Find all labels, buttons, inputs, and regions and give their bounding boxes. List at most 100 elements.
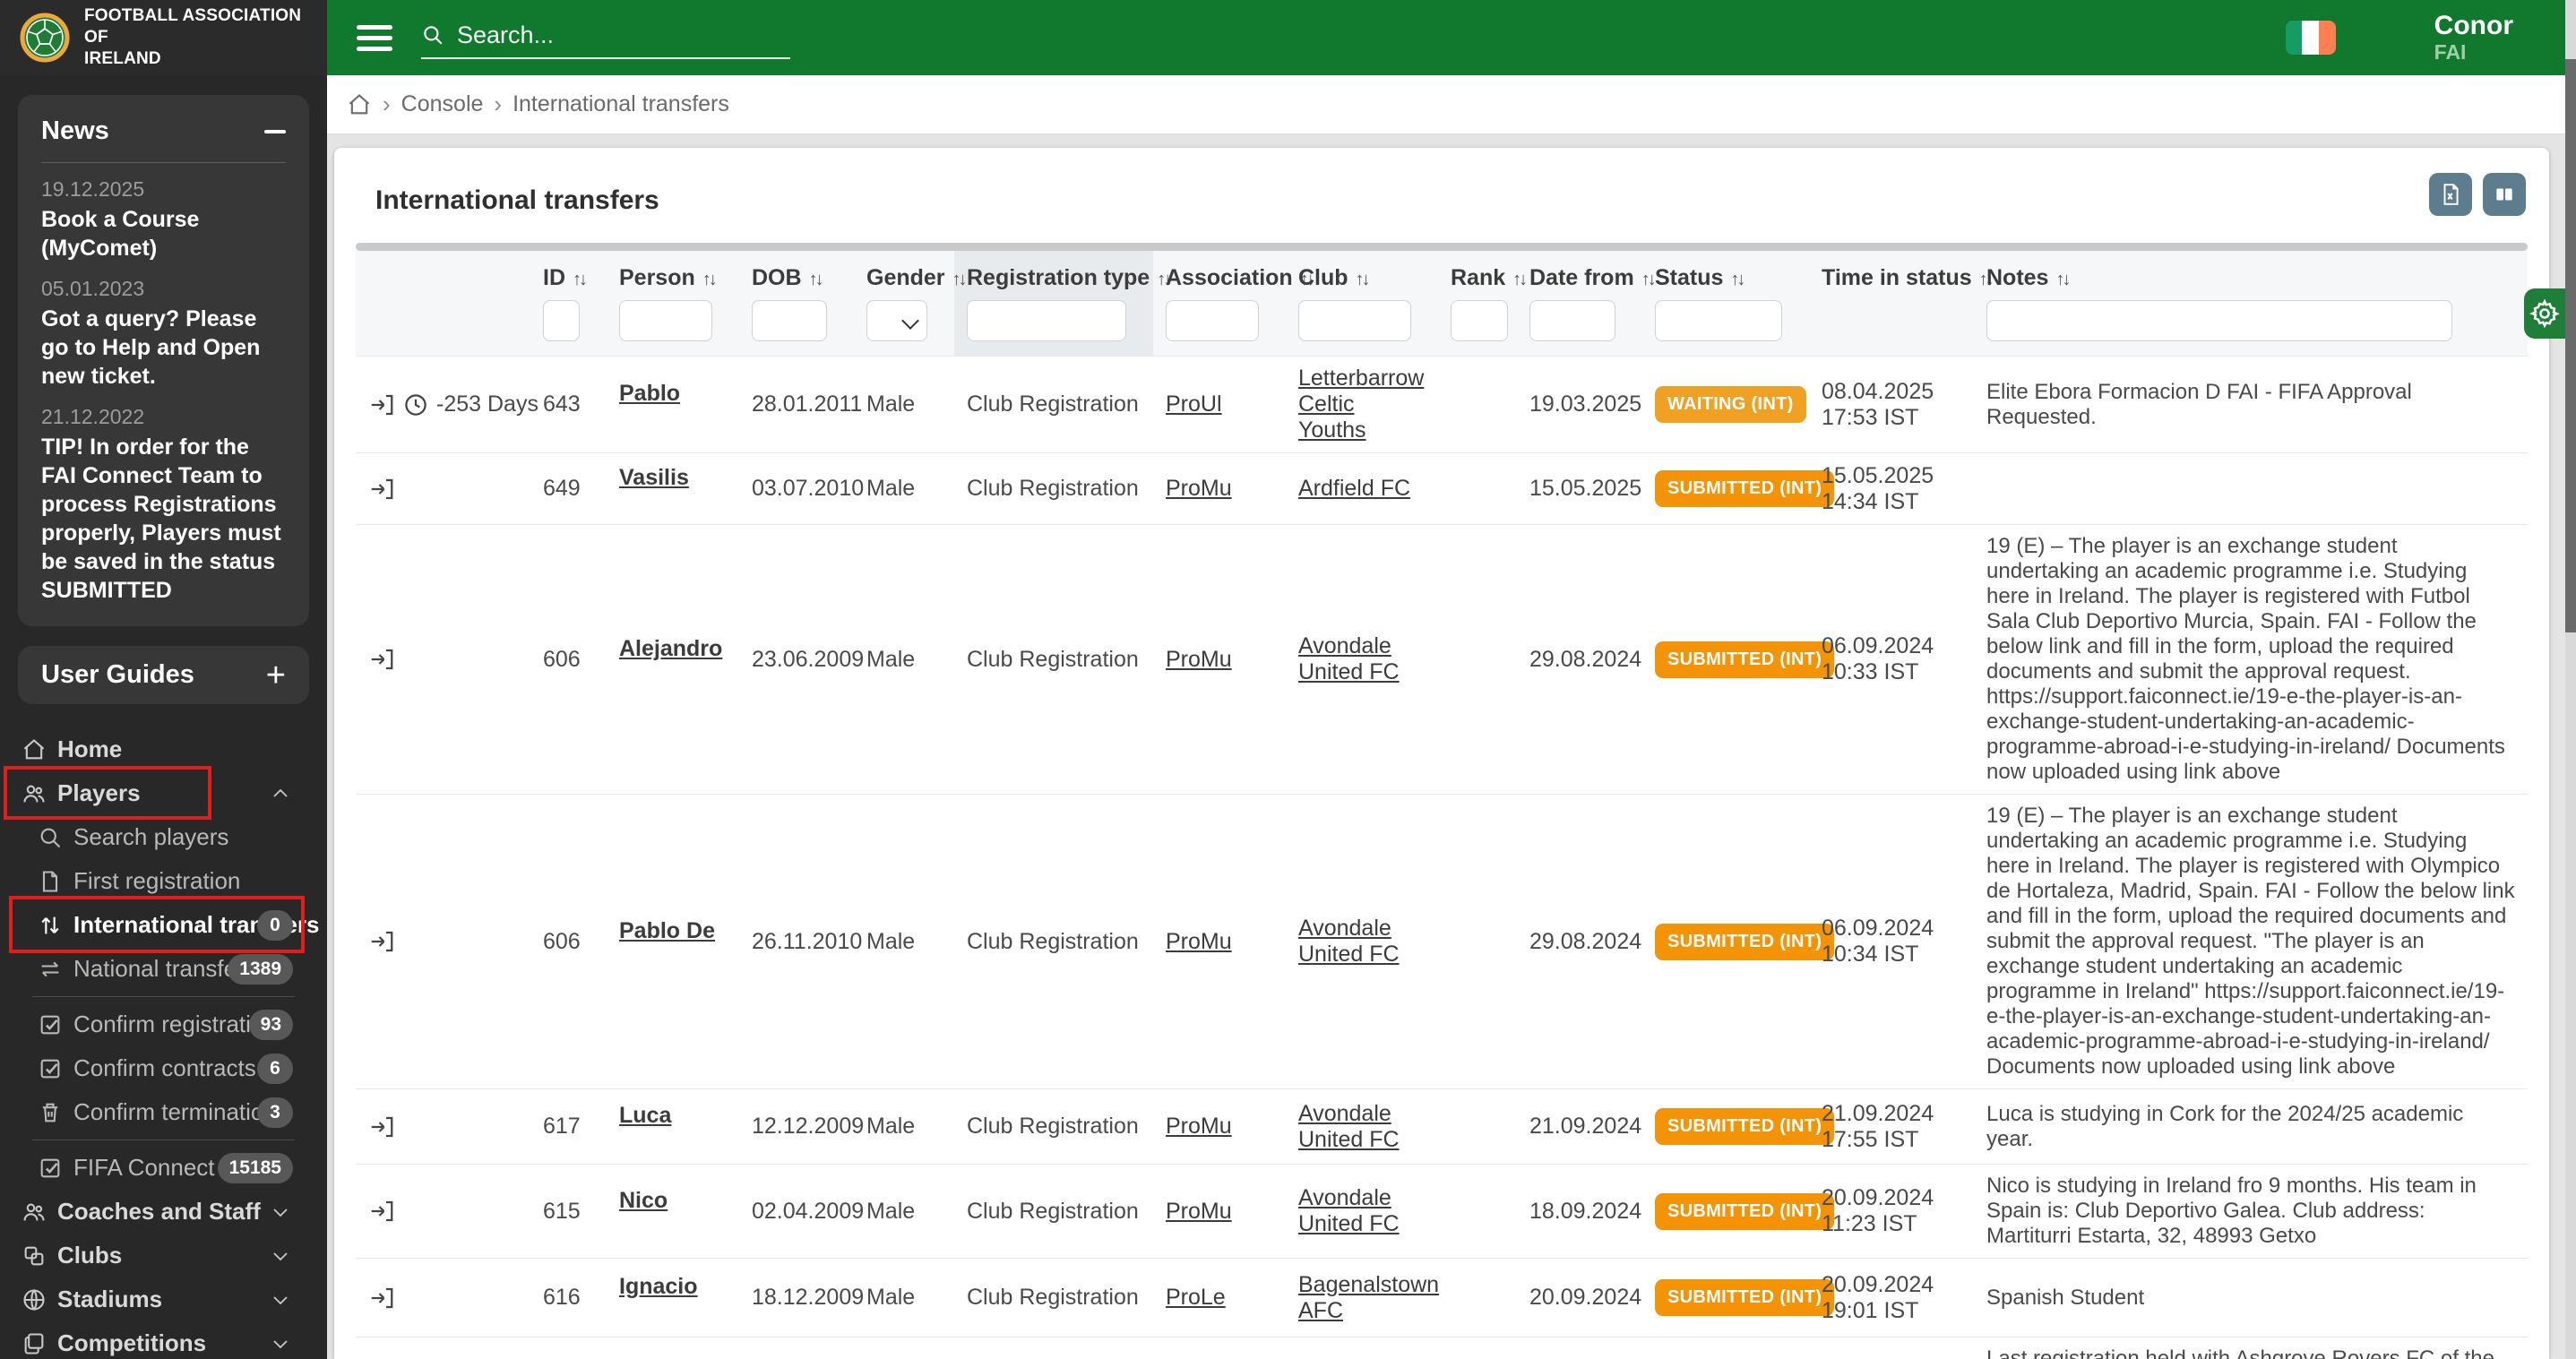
- association-link[interactable]: ProMu: [1166, 476, 1232, 501]
- sidebar-item-first-registration[interactable]: First registration: [0, 859, 327, 903]
- sidebar-item-stadiums[interactable]: Stadiums: [0, 1277, 327, 1321]
- chevron-down-icon[interactable]: [270, 1289, 291, 1311]
- open-transfer-icon[interactable]: [368, 1114, 395, 1140]
- col-header-date_from[interactable]: Date from↑↓: [1517, 251, 1642, 295]
- association-link[interactable]: ProUl: [1166, 391, 1222, 417]
- sidebar-item-search-players[interactable]: Search players: [0, 815, 327, 859]
- filter-gender-select[interactable]: [866, 300, 927, 341]
- association-link[interactable]: ProMu: [1166, 929, 1232, 954]
- sidebar-item-international-transfers[interactable]: International transfers0: [0, 903, 327, 947]
- open-transfer-icon[interactable]: [368, 928, 395, 955]
- filter-notes-input[interactable]: [1986, 300, 2452, 341]
- col-header-id[interactable]: ID↑↓: [530, 251, 607, 295]
- sort-icon[interactable]: ↑↓: [2055, 270, 2068, 289]
- sidebar-item-competitions[interactable]: Competitions: [0, 1321, 327, 1359]
- filter-rank-input[interactable]: [1451, 300, 1508, 341]
- club-link[interactable]: Avondale United FC: [1298, 633, 1400, 684]
- collapse-icon[interactable]: [264, 130, 286, 133]
- club-link[interactable]: Bagenalstown AFC: [1298, 1272, 1439, 1323]
- filter-person-input[interactable]: [619, 300, 712, 341]
- club-link[interactable]: Avondale United FC: [1298, 916, 1400, 967]
- col-header-status[interactable]: Status↑↓: [1642, 251, 1809, 295]
- col-header-person[interactable]: Person↑↓: [607, 251, 739, 295]
- col-header-rank[interactable]: Rank↑↓: [1438, 251, 1517, 295]
- sidebar-item-national-transfers[interactable]: National transfers1389: [0, 947, 327, 991]
- sort-icon[interactable]: ↑↓: [1512, 270, 1525, 289]
- sort-icon[interactable]: ↑↓: [1730, 270, 1743, 289]
- col-header-time_in_status[interactable]: Time in status↑↓: [1809, 251, 1974, 295]
- open-transfer-icon[interactable]: [368, 1285, 395, 1312]
- sidebar-item-confirm-registrations[interactable]: Confirm registrations93: [0, 1002, 327, 1046]
- club-link[interactable]: Letterbarrow Celtic Youths: [1298, 366, 1424, 443]
- person-link[interactable]: Pablo De: [619, 918, 715, 944]
- filter-dob-input[interactable]: [752, 300, 827, 341]
- scrollbar-thumb[interactable]: [2565, 59, 2576, 632]
- news-item-title[interactable]: TIP! In order for the FAI Connect Team t…: [41, 433, 286, 605]
- news-item-title[interactable]: Book a Course (MyComet): [41, 205, 286, 262]
- sort-icon[interactable]: ↑↓: [573, 270, 585, 289]
- person-link[interactable]: Ignacio: [619, 1274, 698, 1300]
- club-link[interactable]: Avondale United FC: [1298, 1185, 1400, 1236]
- export-excel-button[interactable]: [2429, 173, 2472, 216]
- association-link[interactable]: ProMu: [1166, 1199, 1232, 1224]
- home-icon[interactable]: [347, 92, 372, 117]
- expand-icon[interactable]: +: [266, 665, 286, 686]
- club-link[interactable]: Avondale United FC: [1298, 1101, 1400, 1152]
- association-link[interactable]: ProMu: [1166, 1114, 1232, 1139]
- sidebar-item-fifa-connect-id[interactable]: FIFA Connect ID15185: [0, 1146, 327, 1190]
- clock-icon: [402, 391, 429, 418]
- sidebar-item-coaches-and-staff[interactable]: Coaches and Staff: [0, 1190, 327, 1234]
- person-link[interactable]: Nico: [619, 1188, 668, 1214]
- sidebar-item-confirm-terminations[interactable]: Confirm terminations3: [0, 1090, 327, 1134]
- filter-reg_type-input[interactable]: [967, 300, 1126, 341]
- filter-date_from-input[interactable]: [1529, 300, 1615, 341]
- news-title: News: [41, 116, 109, 146]
- club-link[interactable]: Ardfield FC: [1298, 476, 1410, 501]
- cell-icons: [356, 525, 530, 795]
- chevron-up-icon[interactable]: [270, 783, 291, 804]
- open-transfer-icon[interactable]: [368, 646, 395, 673]
- user-guides-panel[interactable]: User Guides +: [18, 646, 309, 704]
- news-item-title[interactable]: Got a query? Please go to Help and Open …: [41, 305, 286, 391]
- association-link[interactable]: ProMu: [1166, 647, 1232, 672]
- sidebar-item-home[interactable]: Home: [0, 727, 327, 771]
- association-link[interactable]: ProLe: [1166, 1285, 1226, 1310]
- sort-icon[interactable]: ↑↓: [952, 270, 965, 289]
- column-settings-button[interactable]: [2483, 173, 2526, 216]
- settings-button[interactable]: [2524, 288, 2565, 339]
- cell-association: ProMu: [1153, 795, 1286, 1089]
- chevron-down-icon[interactable]: [270, 1333, 291, 1355]
- breadcrumb-console[interactable]: Console: [401, 91, 484, 117]
- col-header-association[interactable]: Association↑↓: [1153, 251, 1286, 295]
- col-header-club[interactable]: Club↑↓: [1286, 251, 1438, 295]
- sidebar-item-players[interactable]: Players: [0, 771, 327, 815]
- person-link[interactable]: Alejandro: [619, 636, 722, 662]
- filter-association-input[interactable]: [1166, 300, 1259, 341]
- col-header-gender[interactable]: Gender↑↓: [854, 251, 954, 295]
- sort-icon[interactable]: ↑↓: [702, 270, 715, 289]
- chevron-down-icon[interactable]: [270, 1201, 291, 1223]
- sort-icon[interactable]: ↑↓: [1356, 270, 1368, 289]
- user-menu[interactable]: Conor FAI: [2434, 11, 2513, 65]
- filter-id-input[interactable]: [543, 300, 580, 341]
- col-header-notes[interactable]: Notes↑↓: [1974, 251, 2528, 295]
- filter-club-input[interactable]: [1298, 300, 1411, 341]
- sidebar-item-confirm-contracts[interactable]: Confirm contracts6: [0, 1046, 327, 1090]
- open-transfer-icon[interactable]: [368, 1198, 395, 1225]
- sidebar-item-clubs[interactable]: Clubs: [0, 1234, 327, 1277]
- search-input[interactable]: Search...: [421, 13, 790, 59]
- open-transfer-icon[interactable]: [368, 476, 395, 503]
- person-link[interactable]: Luca: [619, 1103, 671, 1129]
- sort-icon[interactable]: ↑↓: [809, 270, 822, 289]
- horizontal-scrollbar[interactable]: [356, 243, 2528, 251]
- person-link[interactable]: Pablo: [619, 381, 680, 407]
- person-link[interactable]: Vasilis: [619, 465, 689, 491]
- col-header-reg_type[interactable]: Registration type↑↓: [954, 251, 1153, 295]
- chevron-down-icon[interactable]: [270, 1245, 291, 1267]
- open-transfer-icon[interactable]: [368, 391, 395, 418]
- sort-icon[interactable]: ↑↓: [1641, 270, 1654, 289]
- menu-toggle-button[interactable]: [357, 20, 398, 56]
- col-header-dob[interactable]: DOB↑↓: [739, 251, 854, 295]
- filter-status-input[interactable]: [1655, 300, 1782, 341]
- cell-reg_type: Club Registration: [954, 1089, 1153, 1165]
